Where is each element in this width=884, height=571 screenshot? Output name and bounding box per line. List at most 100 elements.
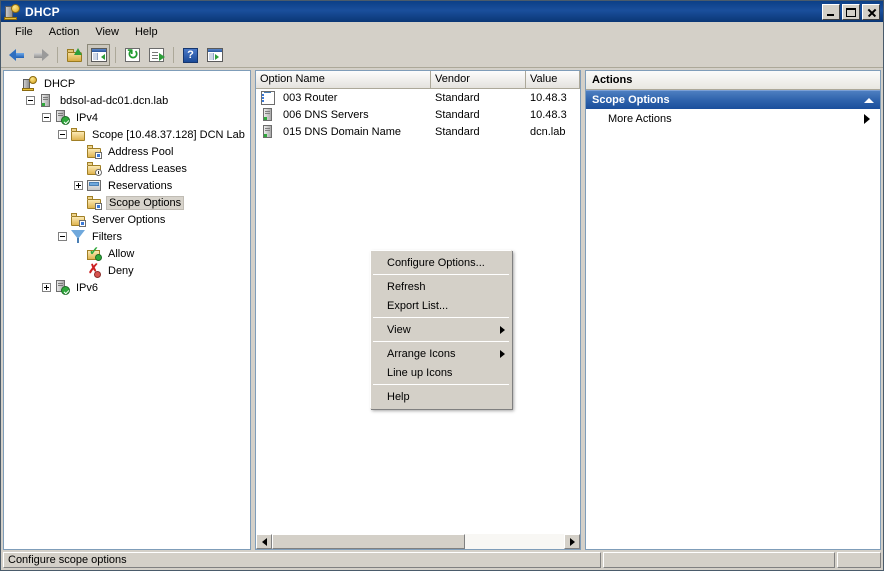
table-row[interactable]: 015 DNS Domain Name Standard dcn.lab: [256, 123, 580, 140]
menu-file[interactable]: File: [7, 24, 41, 40]
forward-icon: [33, 49, 49, 61]
context-menu-item-export-list[interactable]: Export List...: [371, 296, 511, 315]
list-header-row: Option Name Vendor Value: [256, 71, 580, 89]
refresh-button[interactable]: [121, 44, 144, 66]
export-list-icon: [149, 48, 165, 62]
ipv4-icon: [54, 110, 70, 125]
scope-options-icon: [86, 195, 102, 210]
tree-item-label: IPv4: [76, 111, 99, 124]
context-menu-item-label: Arrange Icons: [387, 347, 456, 360]
close-button[interactable]: [862, 3, 880, 20]
tree-item-label: Address Leases: [108, 162, 187, 175]
ipv6-icon: [54, 280, 70, 295]
expand-icon[interactable]: [42, 283, 51, 292]
tree-item-reservations[interactable]: Reservations: [4, 177, 250, 194]
server-options-icon: [70, 212, 86, 227]
dhcp-icon: [4, 3, 20, 20]
tree-item-ipv6[interactable]: IPv6: [4, 279, 250, 296]
tree-item-label: Scope [10.48.37.128] DCN Lab: [92, 128, 245, 141]
context-menu-item-line-up-icons[interactable]: Line up Icons: [371, 363, 511, 382]
menu-action[interactable]: Action: [41, 24, 88, 40]
context-menu-item-arrange-icons[interactable]: Arrange Icons: [371, 344, 511, 363]
help-icon: ?: [183, 47, 198, 63]
show-hide-console-tree-icon: [90, 48, 107, 62]
horizontal-scrollbar[interactable]: [256, 533, 580, 549]
show-hide-action-pane-button[interactable]: [203, 44, 226, 66]
cell-value: dcn.lab: [530, 125, 566, 138]
scope-folder-icon: [70, 127, 86, 142]
table-row[interactable]: 006 DNS Servers Standard 10.48.3: [256, 106, 580, 123]
status-bar: Configure scope options: [1, 551, 883, 570]
show-hide-console-tree-button[interactable]: [87, 44, 110, 66]
refresh-icon: [125, 46, 140, 63]
back-icon: [8, 49, 25, 61]
context-menu-item-refresh[interactable]: Refresh: [371, 277, 511, 296]
up-one-level-button[interactable]: [63, 44, 86, 66]
option-server-icon: [261, 124, 275, 139]
action-item-more-actions[interactable]: More Actions: [586, 109, 880, 129]
tree-item-address-pool[interactable]: Address Pool: [4, 143, 250, 160]
tree-item-allow[interactable]: ✓ Allow: [4, 245, 250, 262]
context-menu-item-label: Refresh: [387, 280, 426, 293]
scrollbar-track[interactable]: [272, 534, 564, 549]
context-menu-item-configure-options[interactable]: Configure Options...: [371, 253, 511, 272]
tree-item-filters[interactable]: Filters: [4, 228, 250, 245]
tree-item-label: Reservations: [108, 179, 173, 192]
tree-item-scope-options[interactable]: Scope Options: [4, 194, 250, 211]
collapse-icon[interactable]: [58, 130, 67, 139]
column-header-vendor[interactable]: Vendor: [431, 71, 526, 88]
menu-view[interactable]: View: [87, 24, 127, 40]
column-header-option-name[interactable]: Option Name: [256, 71, 431, 88]
context-menu-separator: [373, 274, 509, 275]
context-menu: Configure Options... Refresh Export List..…: [370, 250, 512, 409]
tree-item-address-leases[interactable]: Address Leases: [4, 160, 250, 177]
option-list-icon: [261, 90, 275, 105]
cell-option-name: 006 DNS Servers: [283, 108, 369, 121]
tree-item-label: DHCP: [44, 77, 76, 90]
table-row[interactable]: 003 Router Standard 10.48.3: [256, 89, 580, 106]
tree-item-dhcp[interactable]: DHCP: [4, 75, 250, 92]
tree-item-server-options[interactable]: Server Options: [4, 211, 250, 228]
maximize-button[interactable]: [842, 3, 860, 20]
tree-item-ipv4[interactable]: IPv4: [4, 109, 250, 126]
context-menu-item-label: Help: [387, 390, 410, 403]
scroll-right-button[interactable]: [564, 534, 580, 549]
action-item-label: More Actions: [608, 113, 672, 125]
chevron-up-icon[interactable]: [864, 97, 874, 103]
address-leases-icon: [86, 161, 102, 176]
status-pane-2: [603, 552, 835, 568]
tree-item-deny[interactable]: ✗ Deny: [4, 262, 250, 279]
column-header-value[interactable]: Value: [526, 71, 580, 88]
window-controls: [822, 3, 883, 20]
reservations-icon: [86, 178, 102, 193]
context-menu-item-label: Export List...: [387, 299, 449, 312]
dhcp-icon: [22, 76, 38, 91]
context-menu-item-label: Line up Icons: [387, 366, 453, 379]
actions-pane: Actions Scope Options More Actions: [585, 70, 881, 550]
tree-item-bdsol-ad-dc01-dcn-lab[interactable]: bdsol-ad-dc01.dcn.lab: [4, 92, 250, 109]
actions-group-scope-options[interactable]: Scope Options: [586, 90, 880, 109]
context-menu-item-help[interactable]: Help: [371, 387, 511, 406]
collapse-icon[interactable]: [26, 96, 35, 105]
status-pane-3: [837, 552, 881, 568]
toolbar-separator: [57, 47, 58, 63]
tree-item-scope-10-48-37-128-dcn-lab[interactable]: Scope [10.48.37.128] DCN Lab: [4, 126, 250, 143]
expand-icon[interactable]: [74, 181, 83, 190]
scrollbar-thumb[interactable]: [272, 534, 465, 549]
minimize-button[interactable]: [822, 3, 840, 20]
cell-option-name: 003 Router: [283, 91, 338, 104]
collapse-icon[interactable]: [58, 232, 67, 241]
export-list-button[interactable]: [145, 44, 168, 66]
toolbar-separator: [115, 47, 116, 63]
collapse-icon[interactable]: [42, 113, 51, 122]
scroll-left-button[interactable]: [256, 534, 272, 549]
help-button[interactable]: ?: [179, 44, 202, 66]
up-one-level-icon: [66, 48, 83, 62]
forward-button[interactable]: [29, 44, 52, 66]
context-menu-item-view[interactable]: View: [371, 320, 511, 339]
back-button[interactable]: [5, 44, 28, 66]
cell-vendor: Standard: [435, 91, 480, 104]
menu-help[interactable]: Help: [127, 24, 166, 40]
submenu-arrow-icon: [864, 114, 870, 124]
show-hide-action-pane-icon: [206, 48, 223, 62]
